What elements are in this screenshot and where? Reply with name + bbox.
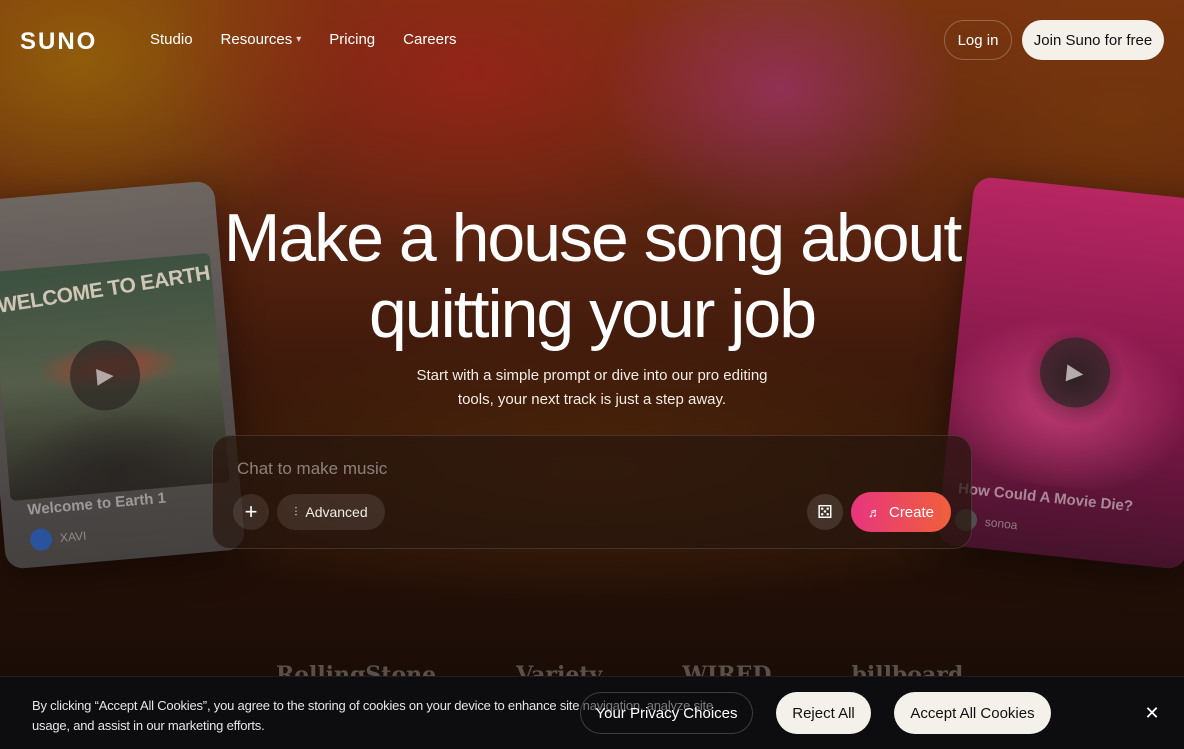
sliders-icon: ⫶	[294, 504, 298, 519]
cookie-banner: By clicking “Accept All Cookies”, you ag…	[0, 676, 1184, 749]
prompt-box: + ⫶ Advanced ⚄ ♬ Create	[212, 435, 972, 549]
login-button[interactable]: Log in	[944, 20, 1012, 60]
suno-logo[interactable]: SUNO	[20, 28, 97, 56]
join-button[interactable]: Join Suno for free	[1022, 20, 1164, 60]
dice-icon: ⚄	[817, 501, 833, 522]
hero-title: Make a house song about quitting your jo…	[0, 200, 1184, 352]
artist-name: XAVI	[59, 528, 87, 545]
nav-link-label: Careers	[403, 31, 457, 48]
plus-icon: +	[244, 499, 258, 524]
reject-all-button[interactable]: Reject All	[776, 692, 871, 734]
hero-subtitle: Start with a simple prompt or dive into …	[392, 364, 792, 412]
nav-link-pricing[interactable]: Pricing	[329, 31, 375, 48]
privacy-choices-button[interactable]: Your Privacy Choices	[580, 692, 753, 734]
avatar	[29, 527, 54, 552]
add-button[interactable]: +	[233, 494, 269, 530]
artist-name: sonoa	[984, 514, 1019, 533]
prompt-input[interactable]	[237, 458, 937, 480]
create-button[interactable]: ♬ Create	[851, 492, 951, 532]
advanced-label: Advanced	[305, 504, 368, 520]
nav-links: Studio Resources ▾ Pricing Careers	[150, 31, 457, 48]
hero-title-line1: Make a house song about	[223, 200, 963, 276]
advanced-button[interactable]: ⫶ Advanced	[277, 494, 385, 530]
hero-subtitle-line1: Start with a simple prompt or dive into …	[416, 367, 768, 384]
music-note-icon: ♬	[867, 504, 881, 520]
accept-all-cookies-button[interactable]: Accept All Cookies	[894, 692, 1051, 734]
song-artist: XAVI	[29, 525, 87, 552]
top-nav: SUNO Studio Resources ▾ Pricing Careers L…	[0, 0, 1184, 80]
hero-subtitle-line2: tools, your next track is just a step aw…	[457, 391, 727, 408]
nav-link-careers[interactable]: Careers	[403, 31, 456, 48]
nav-link-studio[interactable]: Studio	[150, 31, 193, 48]
close-icon[interactable]: ✕	[1140, 701, 1164, 725]
random-dice-button[interactable]: ⚄	[807, 494, 843, 530]
nav-link-label: Studio	[150, 31, 193, 48]
create-label: Create	[888, 503, 935, 521]
nav-link-label: Pricing	[329, 31, 376, 48]
nav-link-label: Resources	[220, 31, 293, 48]
chevron-down-icon: ▾	[296, 34, 302, 45]
hero-title-line2: quitting your job	[368, 276, 817, 352]
nav-link-resources[interactable]: Resources ▾	[221, 31, 302, 48]
